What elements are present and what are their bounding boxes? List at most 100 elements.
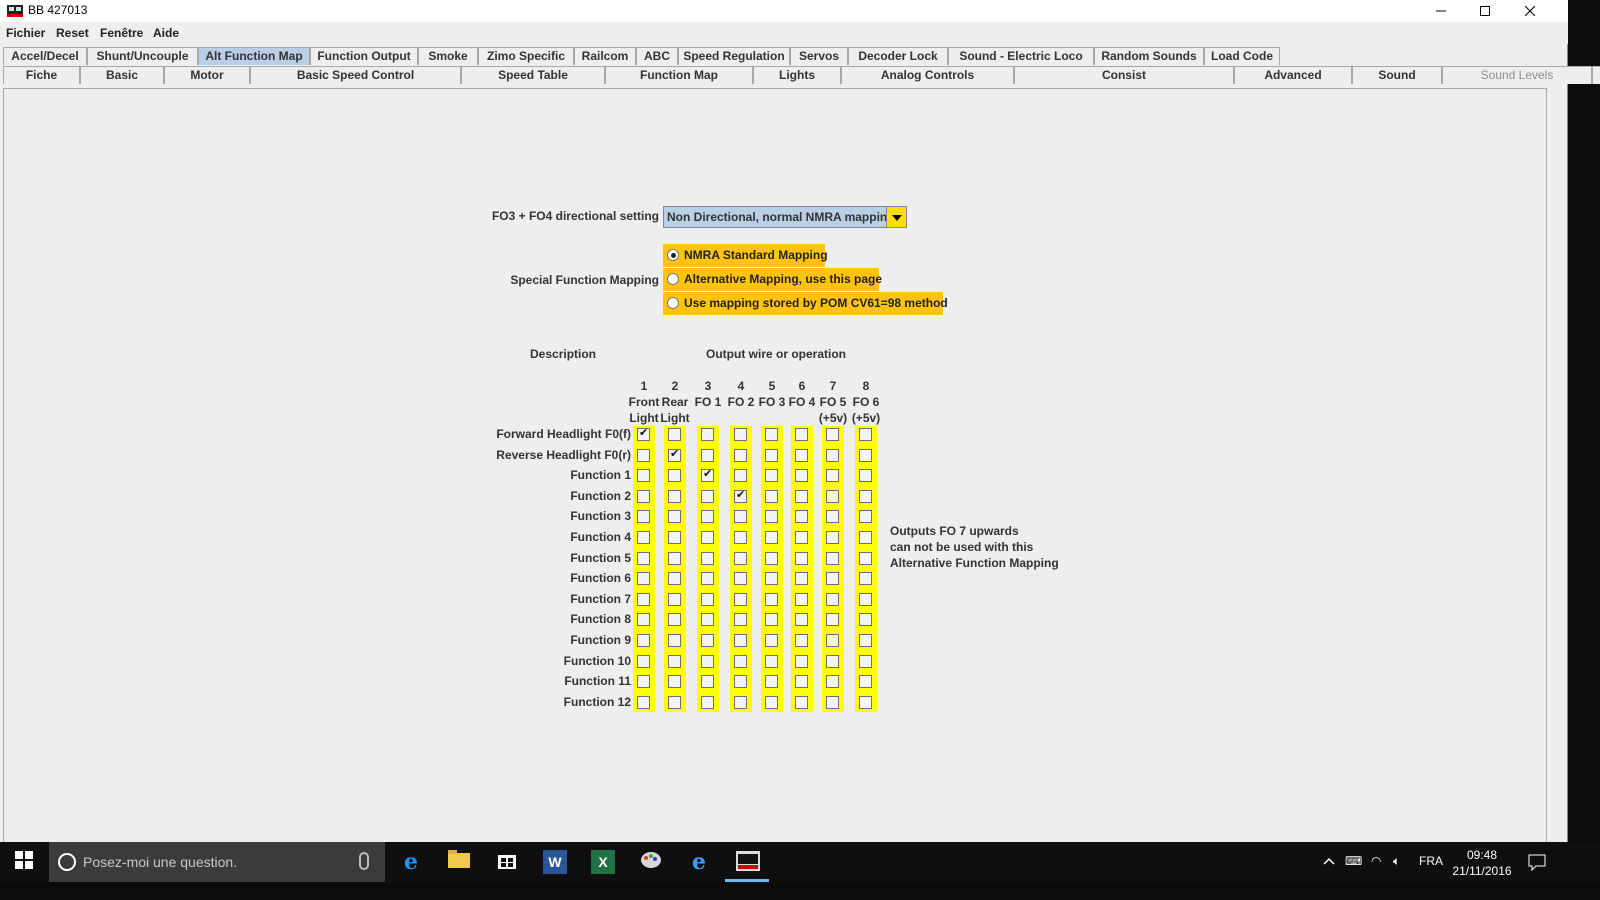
map-checkbox[interactable]	[795, 469, 808, 482]
map-checkbox[interactable]	[701, 675, 714, 688]
tab-advanced[interactable]: Advanced	[1234, 66, 1352, 84]
map-checkbox[interactable]	[668, 510, 681, 523]
map-checkbox[interactable]	[734, 572, 747, 585]
map-checkbox[interactable]	[734, 428, 747, 441]
start-button[interactable]	[12, 851, 36, 875]
map-checkbox[interactable]	[734, 552, 747, 565]
tab-accel-decel[interactable]: Accel/Decel	[3, 47, 87, 65]
map-checkbox[interactable]	[734, 613, 747, 626]
map-checkbox[interactable]	[734, 655, 747, 668]
tab-fiche[interactable]: Fiche	[3, 66, 80, 84]
tab-function-map[interactable]: Function Map	[605, 66, 753, 84]
map-checkbox[interactable]	[734, 696, 747, 709]
map-checkbox[interactable]	[765, 572, 778, 585]
map-checkbox[interactable]	[668, 675, 681, 688]
tab-sound-electric-loco[interactable]: Sound - Electric Loco	[948, 47, 1094, 65]
tab-zimo-specific[interactable]: Zimo Specific	[478, 47, 574, 65]
map-checkbox[interactable]	[734, 449, 747, 462]
tab-abc[interactable]: ABC	[636, 47, 678, 65]
map-checkbox[interactable]	[795, 449, 808, 462]
radio-pom-cv61[interactable]: Use mapping stored by POM CV61=98 method	[663, 292, 948, 315]
cortana-search-box[interactable]: Posez-moi une question.	[49, 842, 385, 882]
map-checkbox[interactable]	[701, 552, 714, 565]
map-checkbox[interactable]	[765, 490, 778, 503]
map-checkbox[interactable]	[795, 634, 808, 647]
map-checkbox[interactable]	[668, 447, 681, 462]
map-checkbox[interactable]	[826, 428, 839, 441]
menu-fenetre[interactable]: Fenêtre	[100, 26, 143, 40]
menu-aide[interactable]: Aide	[153, 26, 179, 40]
map-checkbox[interactable]	[637, 696, 650, 709]
maximize-button[interactable]	[1462, 0, 1508, 22]
map-checkbox[interactable]	[859, 469, 872, 482]
close-button[interactable]	[1507, 0, 1553, 22]
map-checkbox[interactable]	[859, 613, 872, 626]
map-checkbox[interactable]	[701, 428, 714, 441]
system-clock[interactable]: 09:48 21/11/2016	[1450, 847, 1514, 879]
map-checkbox[interactable]	[826, 531, 839, 544]
map-checkbox[interactable]	[859, 634, 872, 647]
map-checkbox[interactable]	[795, 655, 808, 668]
map-checkbox[interactable]	[637, 655, 650, 668]
map-checkbox[interactable]	[795, 510, 808, 523]
map-checkbox[interactable]	[826, 490, 839, 503]
map-checkbox[interactable]	[795, 696, 808, 709]
map-checkbox[interactable]	[826, 552, 839, 565]
map-checkbox[interactable]	[668, 655, 681, 668]
map-checkbox[interactable]	[859, 531, 872, 544]
tab-servos[interactable]: Servos	[790, 47, 848, 65]
map-checkbox[interactable]	[765, 510, 778, 523]
map-checkbox[interactable]	[637, 490, 650, 503]
map-checkbox[interactable]	[701, 572, 714, 585]
map-checkbox[interactable]	[765, 634, 778, 647]
map-checkbox[interactable]	[795, 613, 808, 626]
store-icon[interactable]	[495, 850, 519, 874]
menu-reset[interactable]: Reset	[56, 26, 89, 40]
map-checkbox[interactable]	[795, 593, 808, 606]
tab-speed-regulation[interactable]: Speed Regulation	[678, 47, 790, 65]
map-checkbox[interactable]	[668, 572, 681, 585]
network-icon[interactable]: ◠	[1371, 854, 1381, 868]
map-checkbox[interactable]	[734, 488, 747, 503]
map-checkbox[interactable]	[701, 655, 714, 668]
map-checkbox[interactable]	[637, 449, 650, 462]
excel-icon[interactable]: X	[591, 850, 615, 874]
map-checkbox[interactable]	[668, 490, 681, 503]
map-checkbox[interactable]	[826, 675, 839, 688]
volume-icon[interactable]: 🔈︎	[1393, 854, 1400, 869]
map-checkbox[interactable]	[701, 696, 714, 709]
map-checkbox[interactable]	[765, 428, 778, 441]
map-checkbox[interactable]	[826, 449, 839, 462]
map-checkbox[interactable]	[637, 613, 650, 626]
map-checkbox[interactable]	[734, 675, 747, 688]
map-checkbox[interactable]	[859, 655, 872, 668]
edge-icon[interactable]: e	[399, 850, 423, 874]
tab-lights[interactable]: Lights	[753, 66, 841, 84]
map-checkbox[interactable]	[701, 449, 714, 462]
tab-basic[interactable]: Basic	[80, 66, 164, 84]
file-explorer-icon[interactable]	[447, 850, 471, 874]
map-checkbox[interactable]	[637, 510, 650, 523]
menu-fichier[interactable]: Fichier	[6, 26, 45, 40]
input-language[interactable]: FRA	[1419, 854, 1443, 868]
map-checkbox[interactable]	[859, 428, 872, 441]
map-checkbox[interactable]	[859, 552, 872, 565]
map-checkbox[interactable]	[765, 552, 778, 565]
map-checkbox[interactable]	[668, 428, 681, 441]
tab-basic-speed-control[interactable]: Basic Speed Control	[250, 66, 461, 84]
map-checkbox[interactable]	[795, 531, 808, 544]
map-checkbox[interactable]	[859, 696, 872, 709]
map-checkbox[interactable]	[637, 572, 650, 585]
microphone-icon[interactable]	[359, 852, 369, 870]
tab-decoder-lock[interactable]: Decoder Lock	[848, 47, 948, 65]
tab-analog-controls[interactable]: Analog Controls	[841, 66, 1014, 84]
map-checkbox[interactable]	[701, 593, 714, 606]
tab-sound[interactable]: Sound	[1352, 66, 1442, 84]
map-checkbox[interactable]	[859, 449, 872, 462]
map-checkbox[interactable]	[826, 634, 839, 647]
map-checkbox[interactable]	[765, 655, 778, 668]
internet-explorer-icon[interactable]: e	[687, 850, 711, 874]
map-checkbox[interactable]	[701, 510, 714, 523]
map-checkbox[interactable]	[765, 593, 778, 606]
map-checkbox[interactable]	[765, 531, 778, 544]
